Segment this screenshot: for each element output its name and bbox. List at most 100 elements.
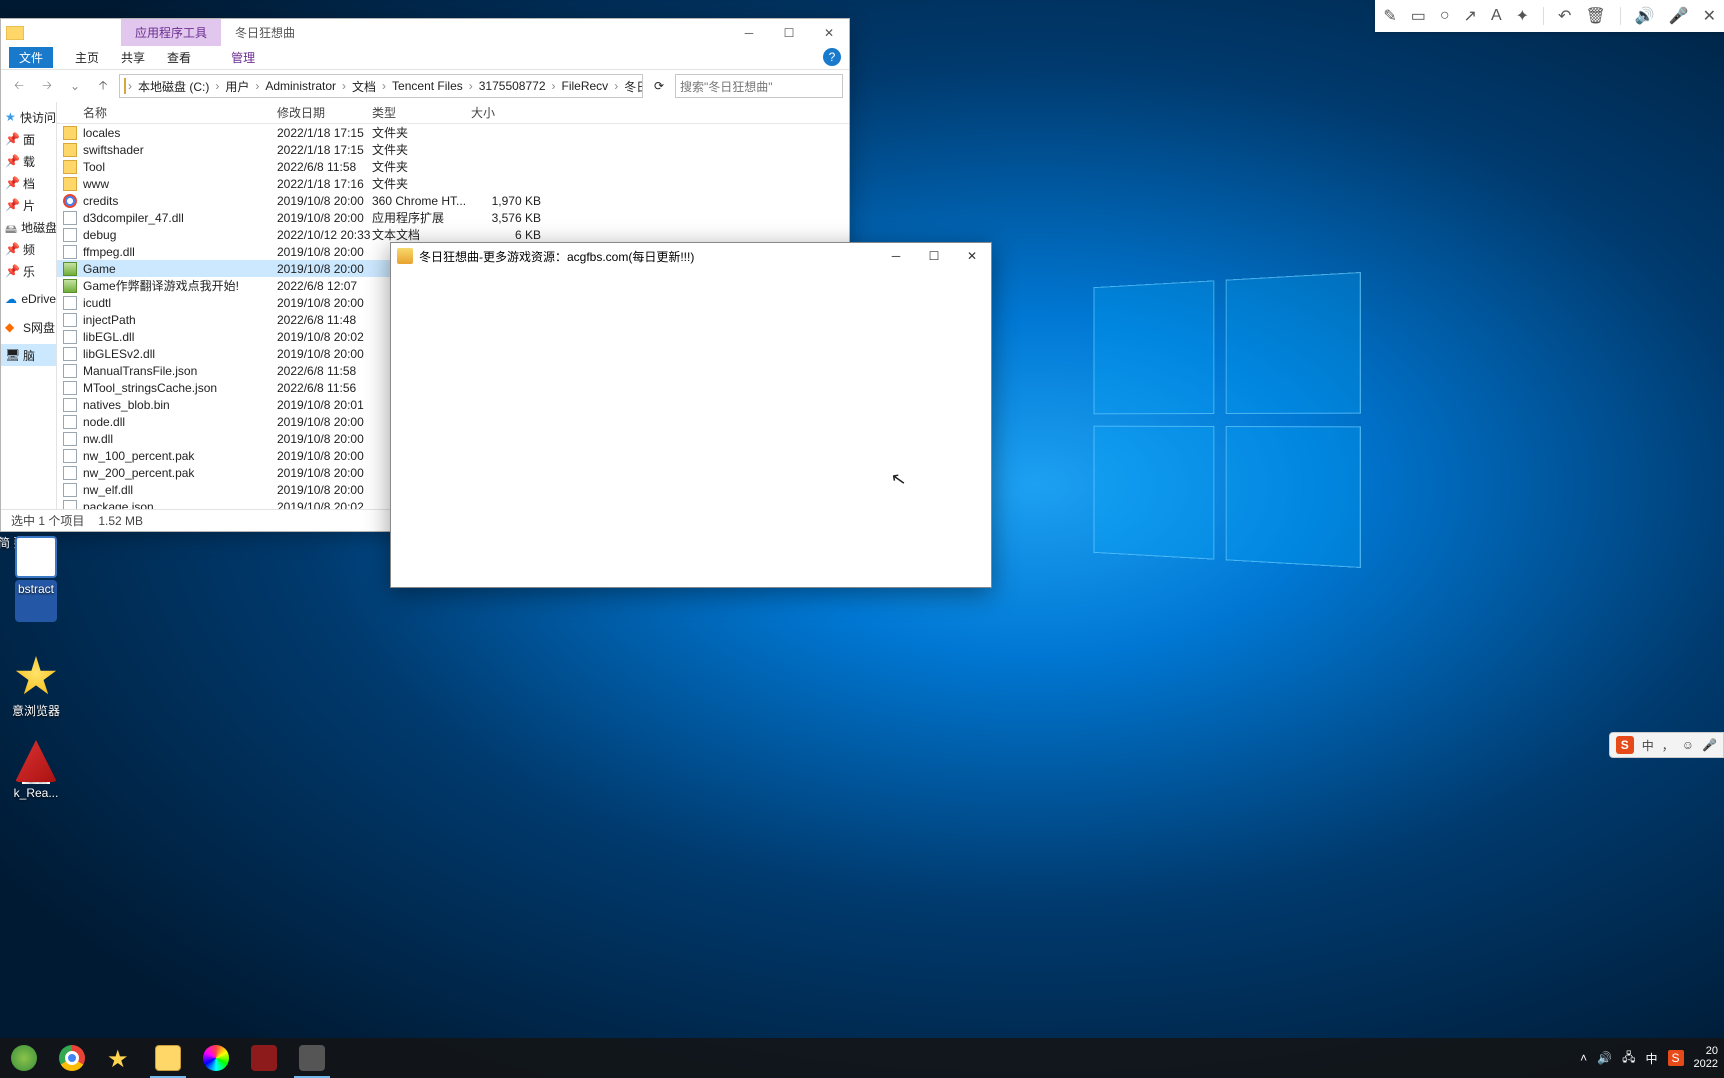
minimize-button[interactable]: ─ (877, 243, 915, 269)
chevron-right-icon[interactable]: › (382, 79, 386, 93)
file-row[interactable]: www2022/1/18 17:16文件夹 (57, 175, 849, 192)
breadcrumb-bar[interactable]: › 本地磁盘 (C:) › 用户 › Administrator › 文档 › … (119, 74, 643, 98)
desktop-icon-crx[interactable]: .CRX k_Rea... (0, 740, 72, 800)
chrome-icon (63, 194, 77, 208)
col-type[interactable]: 类型 (372, 104, 396, 121)
tab-share[interactable]: 共享 (121, 49, 145, 66)
nav-this-pc[interactable]: 🖥脑 (1, 344, 56, 366)
col-date[interactable]: 修改日期 (277, 104, 325, 121)
desktop-icon-browser[interactable]: 意浏览器 (0, 656, 72, 719)
sogou-icon[interactable]: S (1616, 736, 1634, 754)
trash-icon[interactable]: 🗑 (1585, 6, 1605, 26)
game-client-area[interactable]: ↖ (391, 269, 991, 587)
crumb-tencent[interactable]: Tencent Files (388, 79, 467, 93)
undo-icon[interactable]: ↶ (1558, 6, 1571, 26)
crumb-current[interactable]: 冬日狂想曲 (620, 78, 643, 95)
ime-punct[interactable]: ， (1662, 737, 1674, 754)
game-titlebar[interactable]: 冬日狂想曲-更多游戏资源：acgfbs.com(每日更新!!!) ─ ☐ ✕ (391, 243, 991, 269)
folder-icon (6, 26, 26, 40)
file-name: nw_100_percent.pak (83, 449, 194, 463)
speaker-icon[interactable]: 🔊 (1635, 6, 1655, 26)
nav-quick-access[interactable]: ★快访问 (1, 106, 56, 128)
tray-sogou-icon[interactable]: S (1668, 1050, 1684, 1066)
start-button[interactable] (0, 1038, 48, 1078)
tray-ime-lang[interactable]: 中 (1645, 1050, 1657, 1067)
nav-pinned-item[interactable]: 📌频 (1, 238, 56, 260)
chevron-right-icon[interactable]: › (469, 79, 473, 93)
mic-muted-icon[interactable]: 🎤 (1669, 6, 1689, 26)
crumb-filerecv[interactable]: FileRecv (558, 79, 613, 93)
taskbar-explorer[interactable] (144, 1038, 192, 1078)
chevron-right-icon[interactable]: › (255, 79, 259, 93)
taskbar-favorites[interactable]: ★ (96, 1038, 144, 1078)
nav-pinned-item[interactable]: 📌载 (1, 150, 56, 172)
close-button[interactable]: ✕ (809, 19, 849, 46)
search-input[interactable]: 搜索"冬日狂想曲" (675, 74, 843, 98)
file-date: 2019/10/8 20:01 (277, 398, 364, 412)
help-button[interactable]: ? (823, 48, 841, 66)
nav-up-button[interactable]: 🡡 (91, 74, 115, 98)
navigation-pane[interactable]: ★快访问 📌面 📌载 📌档 📌片 🖴地磁盘 (E:) 📌频 📌乐 ☁eDrive… (1, 102, 57, 509)
tray-chevron-icon[interactable]: ˄ (1580, 1051, 1587, 1065)
close-button[interactable]: ✕ (953, 243, 991, 269)
file-row[interactable]: locales2022/1/18 17:15文件夹 (57, 124, 849, 141)
chevron-right-icon[interactable]: › (614, 79, 618, 93)
chevron-right-icon[interactable]: › (342, 79, 346, 93)
file-row[interactable]: credits2019/10/8 20:00360 Chrome HT...1,… (57, 192, 849, 209)
nav-wps-drive[interactable]: ◆S网盘 (1, 316, 56, 338)
ime-emoji-icon[interactable]: ☺ (1682, 738, 1694, 752)
nav-onedrive[interactable]: ☁eDrive (1, 288, 56, 310)
crumb-qq[interactable]: 3175508772 (475, 79, 550, 93)
nav-pinned-item[interactable]: 📌面 (1, 128, 56, 150)
file-row[interactable]: Tool2022/6/8 11:58文件夹 (57, 158, 849, 175)
col-size[interactable]: 大小 (471, 104, 495, 121)
crumb-users[interactable]: 用户 (221, 78, 253, 95)
crumb-docs[interactable]: 文档 (348, 78, 380, 95)
nav-pinned-item[interactable]: 📌档 (1, 172, 56, 194)
ribbon-context-tab[interactable]: 应用程序工具 (121, 19, 221, 46)
file-date: 2019/10/8 20:00 (277, 415, 364, 429)
file-row[interactable]: swiftshader2022/1/18 17:15文件夹 (57, 141, 849, 158)
nav-pinned-item[interactable]: 📌片 (1, 194, 56, 216)
taskbar-app[interactable] (240, 1038, 288, 1078)
tray-clock[interactable]: 20 2022 (1694, 1045, 1718, 1071)
nav-pinned-item[interactable]: 🖴地磁盘 (E:) (1, 216, 56, 238)
text-icon[interactable]: A (1491, 7, 1502, 25)
taskbar-game[interactable] (288, 1038, 336, 1078)
maximize-button[interactable]: ☐ (769, 19, 809, 46)
explorer-titlebar[interactable]: 应用程序工具 冬日狂想曲 ─ ☐ ✕ (1, 19, 849, 46)
minimize-button[interactable]: ─ (729, 19, 769, 46)
file-row[interactable]: d3dcompiler_47.dll2019/10/8 20:00应用程序扩展3… (57, 209, 849, 226)
tab-home[interactable]: 主页 (75, 49, 99, 66)
column-headers[interactable]: 名称 修改日期 类型 大小 (57, 102, 849, 124)
file-row[interactable]: debug2022/10/12 20:33文本文档6 KB (57, 226, 849, 243)
ime-mic-icon[interactable]: 🎤 (1702, 738, 1717, 752)
tab-manage[interactable]: 管理 (231, 49, 255, 66)
taskbar-chrome-canary[interactable] (192, 1038, 240, 1078)
crumb-admin[interactable]: Administrator (261, 79, 340, 93)
col-name[interactable]: 名称 (83, 104, 107, 121)
pencil-icon[interactable]: ✎ (1383, 6, 1396, 26)
arrow-icon[interactable]: ↗ (1464, 6, 1477, 26)
refresh-button[interactable]: ⟳ (647, 79, 671, 93)
taskbar-chrome[interactable] (48, 1038, 96, 1078)
nav-recent-button[interactable]: ⌄ (63, 74, 87, 98)
highlighter-icon[interactable]: ✦ (1516, 6, 1529, 26)
nav-back-button[interactable]: 🡠 (7, 74, 31, 98)
maximize-button[interactable]: ☐ (915, 243, 953, 269)
close-icon[interactable]: ✕ (1703, 6, 1716, 26)
ime-lang[interactable]: 中 (1642, 737, 1654, 754)
nav-pinned-item[interactable]: 📌乐 (1, 260, 56, 282)
tray-network-icon[interactable]: 🖧 (1622, 1048, 1635, 1069)
rectangle-icon[interactable]: ▭ (1411, 6, 1426, 26)
chevron-right-icon[interactable]: › (215, 79, 219, 93)
ime-floating-bar[interactable]: S 中 ， ☺ 🎤 (1609, 732, 1724, 758)
desktop-icon-abstract[interactable]: bstract (0, 536, 72, 596)
chevron-right-icon[interactable]: › (552, 79, 556, 93)
tab-file[interactable]: 文件 (9, 47, 53, 68)
tray-volume-icon[interactable]: 🔊 (1597, 1051, 1612, 1065)
chevron-right-icon[interactable]: › (128, 79, 132, 93)
circle-icon[interactable]: ○ (1440, 7, 1450, 25)
tab-view[interactable]: 查看 (167, 49, 191, 66)
crumb-drive[interactable]: 本地磁盘 (C:) (134, 78, 213, 95)
